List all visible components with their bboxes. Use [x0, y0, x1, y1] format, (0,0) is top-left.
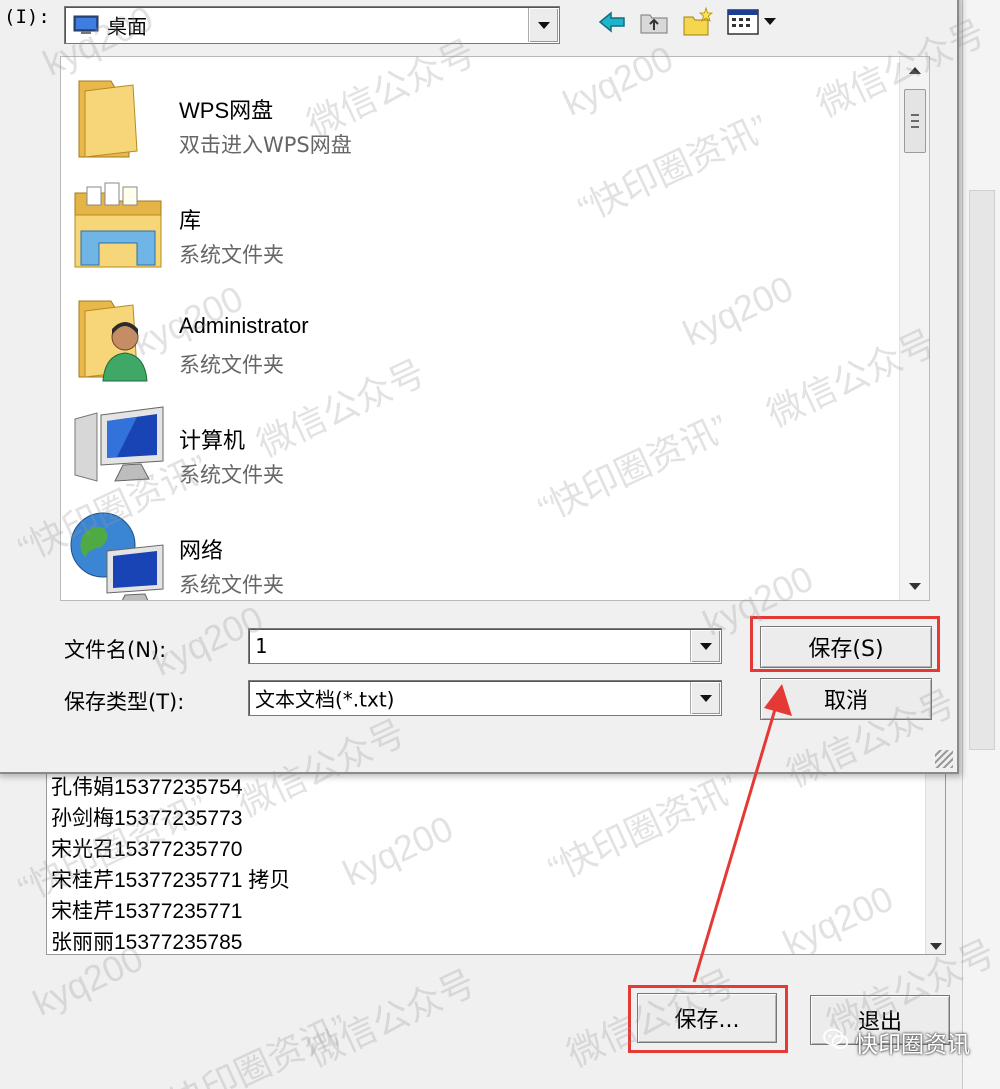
wechat-brand-tag: 快印圈资讯 [823, 1025, 970, 1059]
filetype-select[interactable]: 文本文档(*.txt) [248, 680, 722, 716]
list-item[interactable]: WPS网盘 双击进入WPS网盘 [67, 65, 867, 165]
list-item[interactable]: 孙剑梅15377235773 [51, 803, 290, 834]
list-item[interactable]: 库 系统文件夹 [67, 175, 867, 275]
contact-list[interactable]: 孔伟娟15377235754 孙剑梅15377235773 宋光召1537723… [46, 760, 946, 955]
list-item[interactable]: 计算机 系统文件夹 [67, 395, 867, 495]
item-desc: 系统文件夹 [179, 243, 284, 267]
filetype-label: 保存类型(T): [64, 690, 185, 714]
item-name: 计算机 [179, 428, 246, 453]
filename-label: 文件名(N): [64, 638, 167, 662]
highlight-box-save [750, 616, 940, 672]
item-desc: 系统文件夹 [179, 573, 284, 597]
brand-name: 快印圈资讯 [855, 1032, 970, 1058]
save-file-dialog: (I): 桌面 WPS网盘 双击进入WPS网盘 库 系统文件夹 Administ… [0, 0, 959, 774]
filetype-value: 文本文档(*.txt) [255, 687, 395, 712]
list-item[interactable]: 孔伟娟15377235754 [51, 772, 290, 803]
parent-window-right-frame [962, 0, 1000, 1089]
list-item[interactable]: 宋桂芹15377235771 拷贝 [51, 865, 290, 896]
list-item[interactable]: 宋光召15377235770 [51, 834, 290, 865]
view-menu-icon[interactable] [726, 6, 782, 38]
highlight-box-parent-save [628, 985, 788, 1053]
item-name: 网络 [179, 538, 224, 563]
file-list-scrollbar[interactable] [899, 57, 929, 600]
new-folder-icon[interactable] [682, 6, 714, 38]
item-name: Administrator [179, 313, 309, 338]
up-folder-icon[interactable] [638, 6, 670, 38]
file-list[interactable]: WPS网盘 双击进入WPS网盘 库 系统文件夹 Administrator 系统… [60, 56, 930, 601]
list-item[interactable]: 网络 系统文件夹 [67, 505, 867, 600]
filename-input[interactable]: 1 [248, 628, 722, 664]
item-desc: 双击进入WPS网盘 [179, 133, 352, 157]
list-item[interactable]: 宋桂芹15377235771 [51, 896, 290, 927]
list-item[interactable]: 张丽丽15377235785 [51, 927, 290, 954]
item-desc: 系统文件夹 [179, 353, 284, 377]
scroll-down-icon[interactable] [909, 583, 921, 590]
resize-grip-icon[interactable] [935, 750, 953, 768]
back-icon[interactable] [596, 6, 628, 38]
filename-value[interactable]: 1 [255, 634, 267, 658]
desktop-icon [73, 15, 99, 35]
chevron-down-icon[interactable] [690, 682, 720, 714]
folder-icon [67, 65, 167, 165]
scroll-down-icon[interactable] [930, 943, 942, 950]
look-in-value: 桌面 [107, 14, 147, 39]
look-in-dropdown[interactable]: 桌面 [64, 6, 560, 44]
computer-icon [67, 395, 167, 495]
wechat-icon [823, 1028, 849, 1056]
item-name: WPS网盘 [179, 98, 274, 123]
libraries-icon [67, 175, 167, 275]
item-name: 库 [179, 208, 202, 233]
network-icon [67, 505, 167, 600]
user-folder-icon [67, 285, 167, 385]
item-desc: 系统文件夹 [179, 463, 284, 487]
scroll-up-icon[interactable] [909, 67, 921, 74]
scrollbar-thumb[interactable] [904, 89, 926, 153]
contact-list-scrollbar[interactable] [925, 760, 945, 954]
cancel-button[interactable]: 取消 [760, 678, 932, 720]
list-item[interactable]: Administrator 系统文件夹 [67, 285, 867, 385]
look-in-label: (I): [4, 6, 50, 28]
chevron-down-icon[interactable] [528, 8, 558, 42]
chevron-down-icon[interactable] [690, 630, 720, 662]
